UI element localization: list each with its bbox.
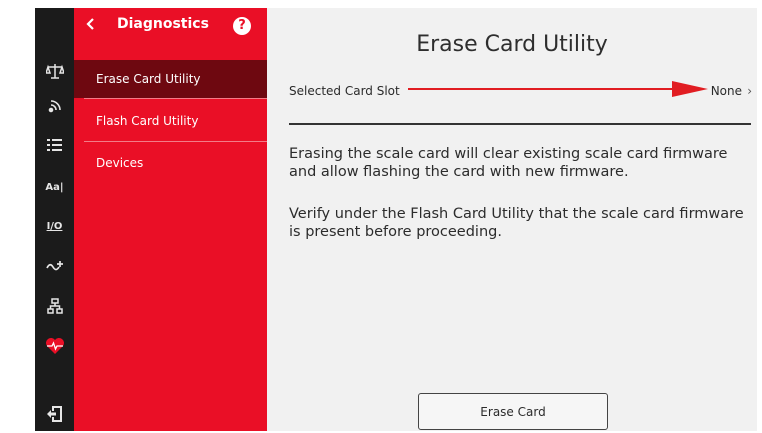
list-icon[interactable] <box>35 132 74 158</box>
content-panel: Erase Card Utility Selected Card Slot No… <box>267 8 757 431</box>
menu-item-label: Flash Card Utility <box>96 114 199 128</box>
font-size-icon[interactable]: Aa| <box>35 174 74 200</box>
menu-divider <box>84 98 267 99</box>
page-title: Erase Card Utility <box>416 32 608 57</box>
io-icon-label: I/O <box>46 220 63 232</box>
wireless-icon[interactable] <box>35 93 74 119</box>
app-frame: Aa| I/O Diagnostics ? Erase Card Utility… <box>35 8 757 431</box>
signal-icon[interactable] <box>35 253 74 279</box>
network-icon[interactable] <box>35 293 74 319</box>
selected-card-slot-label: Selected Card Slot <box>289 84 400 98</box>
verify-instruction: Verify under the Flash Card Utility that… <box>289 206 744 240</box>
menu-item-flash-card-utility[interactable]: Flash Card Utility <box>74 102 267 140</box>
chevron-right-icon: › <box>747 84 752 98</box>
menu-item-erase-card-utility[interactable]: Erase Card Utility <box>74 60 267 98</box>
selected-card-slot-value: None <box>710 84 742 98</box>
content-divider <box>289 123 751 125</box>
annotation-arrow <box>408 81 708 97</box>
scale-balance-icon[interactable] <box>35 58 74 84</box>
font-size-icon-label: Aa| <box>45 181 64 193</box>
menu-divider <box>84 141 267 142</box>
erase-card-button[interactable]: Erase Card <box>418 393 608 430</box>
help-icon[interactable]: ? <box>233 17 251 35</box>
menu-item-label: Erase Card Utility <box>96 72 201 86</box>
menu-item-devices[interactable]: Devices <box>74 144 267 182</box>
diagnostics-heart-icon[interactable] <box>35 333 74 359</box>
back-chevron-icon[interactable] <box>84 14 102 34</box>
logout-icon[interactable] <box>35 401 74 427</box>
io-icon[interactable]: I/O <box>35 213 74 239</box>
menu-item-label: Devices <box>96 156 144 170</box>
icon-rail: Aa| I/O <box>35 8 74 431</box>
diagnostics-menu: Diagnostics ? Erase Card Utility Flash C… <box>74 8 267 431</box>
menu-title: Diagnostics <box>117 16 209 32</box>
erase-description: Erasing the scale card will clear existi… <box>289 146 728 180</box>
